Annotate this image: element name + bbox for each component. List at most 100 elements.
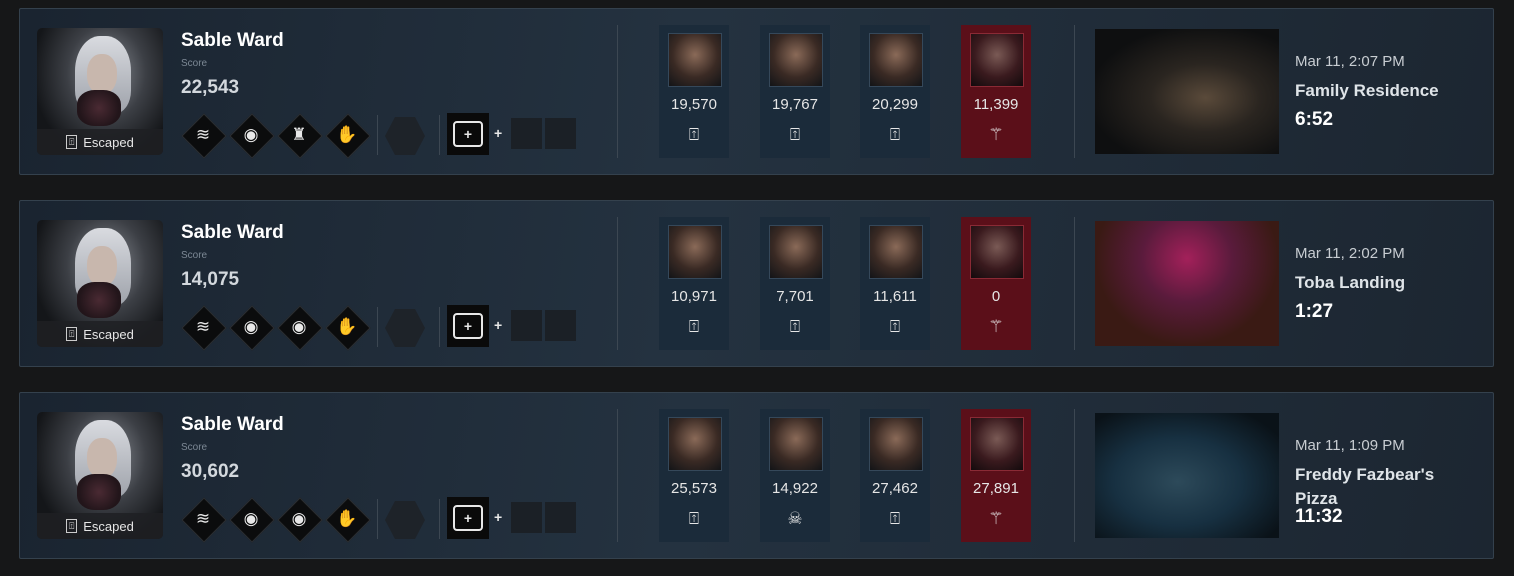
portrait-hand: [77, 90, 121, 126]
player-score: 14,075: [181, 269, 240, 290]
divider: [1074, 409, 1075, 542]
match-date: Mar 11, 1:09 PM: [1295, 437, 1405, 454]
teammate-score: 27,462: [872, 480, 918, 497]
plus-icon: +: [494, 317, 503, 333]
medkit-icon: +: [453, 313, 483, 339]
addon-slot[interactable]: [545, 118, 576, 149]
perk-slot[interactable]: ◉: [229, 113, 275, 159]
perk-slot[interactable]: ◉: [229, 497, 275, 543]
teammate-score: 25,573: [671, 480, 717, 497]
item-slot[interactable]: +: [447, 113, 489, 155]
perk-list: ≋ ◉ ♜ ✋: [181, 113, 371, 159]
match-row[interactable]: ⍐ Escaped Sable Ward Score 30,602 ≋ ◉ ◉ …: [19, 392, 1494, 559]
player-portrait: ⍐ Escaped: [37, 28, 163, 155]
match-date: Mar 11, 2:07 PM: [1295, 53, 1405, 70]
killer-card[interactable]: 27,891 ⚚: [961, 409, 1031, 542]
divider: [1074, 25, 1075, 158]
survivor-card[interactable]: 14,922 ☠: [760, 409, 830, 542]
survivor-card[interactable]: 11,611 ⍐: [860, 217, 930, 350]
portrait-hand: [77, 282, 121, 318]
perk-slot[interactable]: ◉: [229, 305, 275, 351]
escape-status-label: Escaped: [83, 134, 134, 150]
teammate-score: 11,611: [873, 288, 917, 305]
teammate-score: 19,570: [671, 96, 717, 113]
addon-slot[interactable]: [511, 310, 542, 341]
perk-slot[interactable]: ◉: [277, 497, 323, 543]
addon-slot[interactable]: [511, 502, 542, 533]
killer-avatar: [970, 33, 1024, 87]
addon-slot[interactable]: [511, 118, 542, 149]
escaped-icon: ⍐: [889, 317, 901, 336]
killer-card[interactable]: 0 ⚚: [961, 217, 1031, 350]
escape-status: ⍐ Escaped: [37, 513, 163, 539]
killer-icon: ⚚: [988, 125, 1004, 144]
offering-slot[interactable]: [385, 309, 425, 347]
offering-slot[interactable]: [385, 117, 425, 155]
perk-slot[interactable]: ◉: [277, 305, 323, 351]
survivor-avatar: [668, 225, 722, 279]
survivor-card[interactable]: 20,299 ⍐: [860, 25, 930, 158]
killer-icon: ⚚: [988, 317, 1004, 336]
item-slot[interactable]: +: [447, 497, 489, 539]
killer-avatar: [970, 225, 1024, 279]
perk-slot[interactable]: ≋: [181, 497, 227, 543]
escaped-icon: ⍐: [66, 327, 78, 341]
teammate-score: 0: [991, 288, 1001, 305]
match-duration: 11:32: [1295, 506, 1343, 527]
kindred-icon: ◉: [243, 125, 259, 144]
plus-icon: +: [494, 125, 503, 141]
survivor-card[interactable]: 19,767 ⍐: [760, 25, 830, 158]
we-ll-make-it-icon: ✋: [336, 317, 358, 336]
survivor-card[interactable]: 27,462 ⍐: [860, 409, 930, 542]
player-score: 22,543: [181, 77, 240, 98]
perk-slot[interactable]: ✋: [325, 305, 371, 351]
portrait-face: [87, 438, 117, 478]
divider: [439, 499, 440, 539]
survivor-avatar: [869, 417, 923, 471]
lightweight-icon: ≋: [195, 317, 211, 336]
escape-status-label: Escaped: [83, 518, 134, 534]
escape-status: ⍐ Escaped: [37, 321, 163, 347]
killer-card[interactable]: 11,399 ⚚: [961, 25, 1031, 158]
hope-icon: ♜: [291, 125, 307, 144]
offering-slot[interactable]: [385, 501, 425, 539]
map-thumbnail: [1095, 29, 1279, 154]
perk-slot[interactable]: ♜: [277, 113, 323, 159]
kindred-icon: ◉: [291, 509, 307, 528]
lightweight-icon: ≋: [195, 509, 211, 528]
teammate-score: 7,701: [776, 288, 814, 305]
perk-slot[interactable]: ≋: [181, 113, 227, 159]
score-label: Score: [181, 442, 208, 453]
escaped-icon: ⍐: [688, 509, 700, 528]
kindred-icon: ◉: [243, 509, 259, 528]
perk-list: ≋ ◉ ◉ ✋: [181, 305, 371, 351]
survivor-card[interactable]: 10,971 ⍐: [659, 217, 729, 350]
match-row[interactable]: ⍐ Escaped Sable Ward Score 14,075 ≋ ◉ ◉ …: [19, 200, 1494, 367]
escaped-icon: ⍐: [688, 317, 700, 336]
player-score: 30,602: [181, 461, 240, 482]
perk-slot[interactable]: ≋: [181, 305, 227, 351]
survivor-card[interactable]: 25,573 ⍐: [659, 409, 729, 542]
addon-slot[interactable]: [545, 310, 576, 341]
perk-slot[interactable]: ✋: [325, 113, 371, 159]
perk-list: ≋ ◉ ◉ ✋: [181, 497, 371, 543]
survivor-card[interactable]: 19,570 ⍐: [659, 25, 729, 158]
portrait-face: [87, 246, 117, 286]
map-name: Toba Landing: [1295, 273, 1406, 292]
survivor-avatar: [869, 33, 923, 87]
teammate-score: 27,891: [973, 480, 1019, 497]
perk-slot[interactable]: ✋: [325, 497, 371, 543]
match-row[interactable]: ⍐ Escaped Sable Ward Score 22,543 ≋ ◉ ♜ …: [19, 8, 1494, 175]
medkit-icon: +: [453, 121, 483, 147]
item-slot[interactable]: +: [447, 305, 489, 347]
match-duration: 6:52: [1295, 109, 1334, 130]
divider: [617, 25, 618, 158]
addon-slot[interactable]: [545, 502, 576, 533]
survivor-avatar: [869, 225, 923, 279]
survivor-card[interactable]: 7,701 ⍐: [760, 217, 830, 350]
player-portrait: ⍐ Escaped: [37, 220, 163, 347]
teammate-score: 14,922: [772, 480, 818, 497]
match-duration: 1:27: [1295, 301, 1334, 322]
map-name: Freddy Fazbear's Pizza: [1295, 465, 1435, 508]
score-label: Score: [181, 58, 208, 69]
